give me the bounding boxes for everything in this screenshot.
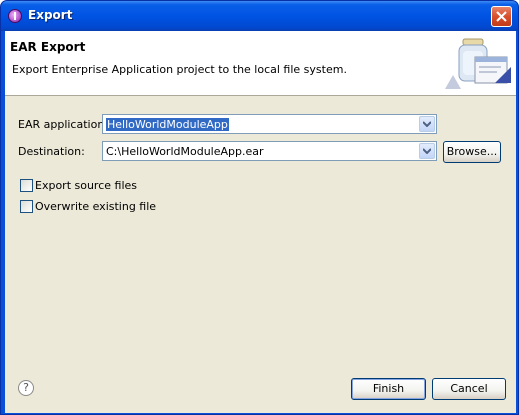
wizard-banner: EAR Export Export Enterprise Application… [5,31,516,96]
destination-dropdown-button[interactable] [419,143,435,159]
chevron-down-icon [423,148,431,154]
export-source-files-checkbox[interactable] [20,179,33,192]
close-button[interactable] [491,6,512,27]
ear-application-value: HelloWorldModuleApp [106,118,229,131]
destination-combo[interactable]: C:\HelloWorldModuleApp.ear [102,141,437,161]
ear-application-dropdown-button[interactable] [419,116,435,132]
banner-title: EAR Export [10,40,86,54]
dialog-body: EAR Export Export Enterprise Application… [5,31,516,413]
close-icon [496,11,507,22]
help-icon[interactable]: ? [18,380,34,396]
export-dialog: Export EAR Export Export Enterprise Appl… [0,0,519,415]
ear-application-label: EAR application: [18,118,108,131]
overwrite-existing-file-checkbox[interactable] [20,200,33,213]
destination-label: Destination: [18,145,85,158]
title-bar[interactable]: Export [1,1,518,31]
chevron-down-icon [423,121,431,127]
cancel-button[interactable]: Cancel [432,378,506,400]
destination-value: C:\HelloWorldModuleApp.ear [106,145,264,158]
app-icon [8,9,22,23]
banner-description: Export Enterprise Application project to… [12,63,347,76]
window-title: Export [28,8,73,22]
overwrite-existing-file-label[interactable]: Overwrite existing file [35,200,156,213]
export-source-files-label[interactable]: Export source files [35,179,137,192]
ear-application-combo[interactable]: HelloWorldModuleApp [102,114,437,134]
finish-button[interactable]: Finish [351,378,426,400]
browse-button[interactable]: Browse... [443,141,501,163]
export-wizard-icon [445,38,511,89]
